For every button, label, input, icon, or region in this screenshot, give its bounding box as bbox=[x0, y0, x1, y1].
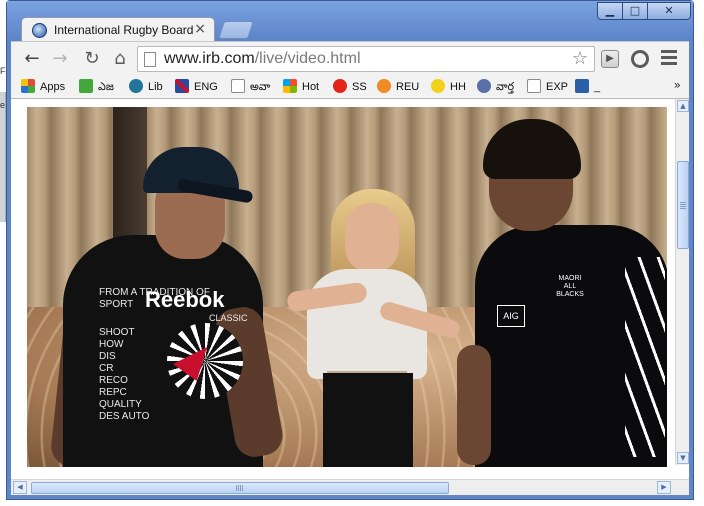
man-right-arm bbox=[457, 345, 491, 465]
navigation-toolbar: ← → ↻ ⌂ www.irb.com/live/video.html ☆ ▶ bbox=[11, 41, 689, 75]
minimize-button[interactable]: ▁ bbox=[597, 2, 623, 20]
reebok-classic-text: CLASSIC bbox=[209, 313, 248, 323]
url-path: /live/video.html bbox=[254, 50, 361, 67]
horizontal-scroll-thumb[interactable] bbox=[31, 482, 449, 494]
swirl-s-icon bbox=[333, 79, 347, 93]
scroll-up-arrow-icon[interactable]: ▲ bbox=[677, 100, 689, 112]
bookmark-item[interactable]: _ bbox=[575, 79, 600, 95]
reload-button[interactable]: ↻ bbox=[81, 48, 103, 70]
jersey-stripes bbox=[625, 257, 665, 457]
bookmark-ss[interactable]: SS bbox=[333, 79, 367, 95]
blue-8-icon bbox=[575, 79, 589, 93]
yellow-e-icon bbox=[431, 79, 445, 93]
shirt-line: DES AUTO bbox=[99, 411, 150, 422]
apps-grid-icon bbox=[21, 79, 35, 93]
bookmark-hot[interactable]: Hot bbox=[283, 79, 319, 95]
url-host: www.irb.com bbox=[164, 50, 255, 67]
home-button[interactable]: ⌂ bbox=[109, 48, 131, 70]
extension-play-icon[interactable]: ▶ bbox=[601, 50, 619, 68]
bookmark-eng[interactable]: ENG bbox=[175, 79, 218, 95]
bookmark-lib[interactable]: Lib bbox=[129, 79, 163, 95]
bookmarks-bar: Apps ఎజ Lib ENG అవా Hot SS REU HH వార్త … bbox=[11, 75, 689, 99]
close-button[interactable]: ✕ bbox=[647, 2, 691, 20]
maximize-button[interactable]: □ bbox=[622, 2, 648, 20]
uk-flag-icon bbox=[175, 79, 189, 93]
irb-favicon-icon bbox=[32, 23, 47, 38]
bookmark-star-icon[interactable]: ☆ bbox=[572, 48, 588, 69]
tab-close-icon[interactable]: × bbox=[194, 21, 206, 37]
bookmark-item[interactable]: వార్త bbox=[477, 79, 514, 95]
bookmarks-more-button[interactable]: » bbox=[674, 78, 681, 92]
blank-page-icon bbox=[527, 79, 541, 93]
vertical-scrollbar[interactable]: ▲ ▼ bbox=[675, 99, 689, 465]
scroll-right-arrow-icon[interactable]: ▶ bbox=[657, 481, 671, 494]
reebok-starcrest-icon bbox=[167, 323, 243, 399]
bookmark-reu[interactable]: REU bbox=[377, 79, 419, 95]
blank-page-icon bbox=[231, 79, 245, 93]
bookmark-hh[interactable]: HH bbox=[431, 79, 466, 95]
forward-button[interactable]: → bbox=[49, 48, 71, 70]
bookmark-item[interactable]: ఎజ bbox=[79, 79, 114, 95]
vertical-scroll-thumb[interactable] bbox=[677, 161, 689, 249]
tab-title: International Rugby Board bbox=[54, 23, 194, 37]
woman-trousers bbox=[323, 373, 413, 467]
extension-circle-icon[interactable] bbox=[631, 50, 649, 68]
windows-flag-icon bbox=[283, 79, 297, 93]
address-bar[interactable]: www.irb.com/live/video.html ☆ bbox=[137, 46, 595, 72]
silver-fern-badge: MAORI ALL BLACKS bbox=[556, 275, 584, 298]
browser-window: International Rugby Board × ▁ □ ✕ ← → ↻ … bbox=[6, 0, 694, 500]
horizontal-scrollbar[interactable]: ◀ ▶ bbox=[11, 479, 689, 495]
reebok-logo-text: Reebok bbox=[145, 287, 225, 312]
back-button[interactable]: ← bbox=[21, 48, 43, 70]
scroll-grip-icon bbox=[680, 201, 686, 209]
new-tab-button[interactable] bbox=[218, 21, 254, 39]
page-icon bbox=[144, 52, 156, 67]
wordpress-icon bbox=[129, 79, 143, 93]
green-square-icon bbox=[79, 79, 93, 93]
page-content: FROM A TRADITION OF SPORT SHOOT HOW DIS … bbox=[11, 99, 689, 479]
desktop-text: e bbox=[0, 100, 6, 110]
feather-icon bbox=[477, 79, 491, 93]
scroll-down-arrow-icon[interactable]: ▼ bbox=[677, 452, 689, 464]
bookmark-item[interactable]: అవా bbox=[231, 79, 270, 95]
scroll-left-arrow-icon[interactable]: ◀ bbox=[13, 481, 27, 494]
aig-sponsor-logo: AIG bbox=[497, 305, 525, 327]
woman-head bbox=[345, 203, 399, 273]
scroll-grip-icon bbox=[236, 485, 244, 491]
menu-icon[interactable] bbox=[661, 50, 677, 66]
orange-circle-icon bbox=[377, 79, 391, 93]
bookmark-exp[interactable]: EXP bbox=[527, 79, 568, 95]
bookmark-apps[interactable]: Apps bbox=[21, 79, 65, 95]
video-player[interactable]: FROM A TRADITION OF SPORT SHOOT HOW DIS … bbox=[27, 107, 667, 467]
url-text[interactable]: www.irb.com/live/video.html bbox=[164, 50, 361, 68]
shirt-line: QUALITY bbox=[99, 399, 142, 410]
tab-international-rugby-board[interactable]: International Rugby Board × bbox=[21, 17, 215, 43]
